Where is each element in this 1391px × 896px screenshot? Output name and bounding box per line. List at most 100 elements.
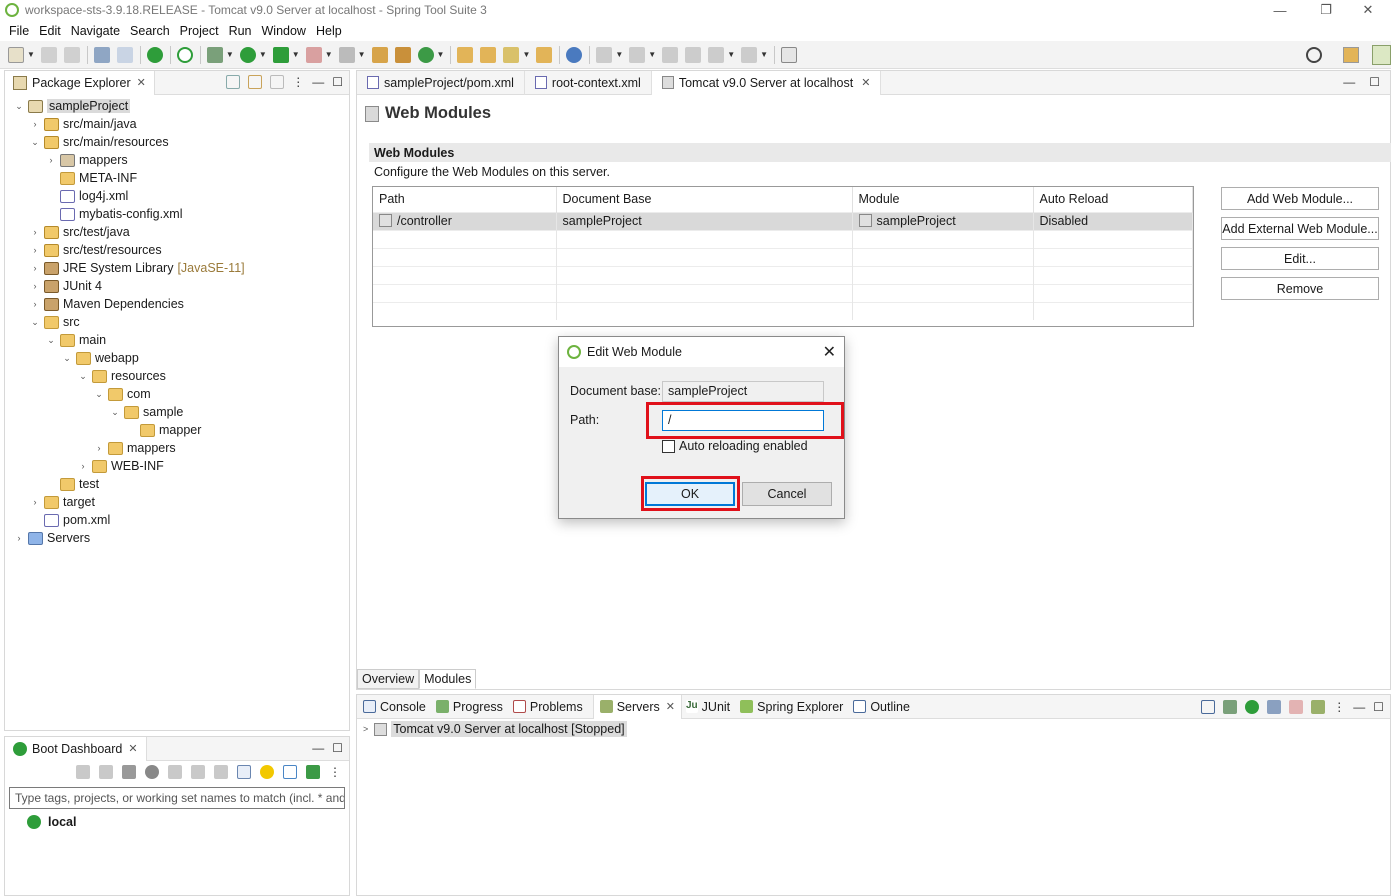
open-perspective-icon[interactable] bbox=[1343, 47, 1359, 63]
menu-help[interactable]: Help bbox=[311, 24, 347, 38]
tree-item[interactable]: ⌄ resources bbox=[5, 367, 349, 385]
minimize-icon[interactable]: — bbox=[312, 741, 324, 755]
tree-item[interactable]: › src/test/resources bbox=[5, 241, 349, 259]
chevron-down-icon[interactable]: ⌄ bbox=[29, 137, 41, 148]
collapse-all-icon[interactable] bbox=[1201, 700, 1216, 714]
chevron-right-icon[interactable]: › bbox=[29, 119, 41, 129]
maximize-icon[interactable]: ☐ bbox=[332, 75, 343, 89]
tree-item[interactable]: › src/test/java bbox=[5, 223, 349, 241]
tree-item[interactable]: ⌄ src/main/resources bbox=[5, 133, 349, 151]
chevron-right-icon[interactable]: › bbox=[29, 299, 41, 309]
open-type-icon[interactable] bbox=[457, 46, 474, 63]
forward-dropdown-icon[interactable]: ▼ bbox=[760, 50, 768, 59]
tree-item[interactable]: › WEB-INF bbox=[5, 457, 349, 475]
restore-button[interactable]: ❐ bbox=[1303, 0, 1349, 20]
collapse-all-icon[interactable] bbox=[226, 75, 241, 89]
debug-icon[interactable] bbox=[99, 765, 113, 779]
stop-icon[interactable] bbox=[305, 46, 322, 63]
new-java-project-icon[interactable] bbox=[371, 46, 388, 63]
chevron-right-icon[interactable]: › bbox=[29, 263, 41, 273]
table-row[interactable]: /controller sampleProject sampleProject … bbox=[373, 211, 1193, 230]
tree-item[interactable]: pom.xml bbox=[5, 511, 349, 529]
stop-icon[interactable] bbox=[122, 765, 136, 779]
prev-annotation-icon[interactable] bbox=[629, 46, 646, 63]
tree-item[interactable]: › src/main/java bbox=[5, 115, 349, 133]
tree-item[interactable]: test bbox=[5, 475, 349, 493]
chevron-down-icon[interactable]: ⌄ bbox=[61, 353, 73, 364]
new-class-icon[interactable] bbox=[417, 46, 434, 63]
chevron-right-icon[interactable]: › bbox=[29, 245, 41, 255]
back-dropdown-icon[interactable]: ▼ bbox=[727, 50, 735, 59]
close-icon[interactable]: ✕ bbox=[128, 742, 137, 755]
tab-outline[interactable]: Outline bbox=[853, 695, 916, 719]
maximize-icon[interactable]: ☐ bbox=[332, 741, 343, 755]
tree-item[interactable]: ⌄ main bbox=[5, 331, 349, 349]
open-web-icon[interactable] bbox=[145, 765, 159, 779]
search-dropdown-icon[interactable]: ▼ bbox=[522, 50, 530, 59]
table-icon[interactable] bbox=[237, 765, 251, 779]
menu-file[interactable]: File bbox=[4, 24, 34, 38]
add-external-web-module-button[interactable]: Add External Web Module... bbox=[1221, 217, 1379, 240]
chevron-down-icon[interactable]: ⌄ bbox=[45, 335, 57, 346]
tab-modules[interactable]: Modules bbox=[419, 668, 477, 689]
menu-project[interactable]: Project bbox=[175, 24, 224, 38]
tree-item[interactable]: › mappers bbox=[5, 439, 349, 457]
tree-item[interactable]: › JUnit 4 bbox=[5, 277, 349, 295]
tree-item[interactable]: › Servers bbox=[5, 529, 349, 547]
tree-item[interactable]: mybatis-config.xml bbox=[5, 205, 349, 223]
profile-server-icon[interactable] bbox=[1267, 700, 1282, 714]
open-resource-icon[interactable] bbox=[536, 46, 553, 63]
open-perspective-external-icon[interactable] bbox=[781, 46, 798, 63]
web-modules-table[interactable]: Path Document Base Module Auto Reload /c… bbox=[372, 186, 1194, 327]
tab-problems[interactable]: Problems bbox=[512, 695, 589, 719]
tree-item[interactable]: ⌄ com bbox=[5, 385, 349, 403]
boot-start-icon[interactable] bbox=[146, 46, 163, 63]
column-header-auto-reload[interactable]: Auto Reload bbox=[1033, 187, 1193, 212]
view-menu-icon[interactable]: ⋮ bbox=[292, 75, 304, 89]
tab-boot-dashboard[interactable]: Boot Dashboard ✕ bbox=[5, 736, 147, 761]
menu-search[interactable]: Search bbox=[125, 24, 175, 38]
pin-icon[interactable] bbox=[685, 46, 702, 63]
tree-item[interactable]: META-INF bbox=[5, 169, 349, 187]
debug-server-icon[interactable] bbox=[1223, 700, 1238, 714]
remove-button[interactable]: Remove bbox=[1221, 277, 1379, 300]
menu-run[interactable]: Run bbox=[224, 24, 257, 38]
new-dropdown-icon[interactable]: ▼ bbox=[27, 50, 35, 59]
chevron-down-icon[interactable]: ⌄ bbox=[109, 407, 121, 418]
tree-item[interactable]: ⌄ sampleProject bbox=[5, 97, 349, 115]
auto-reload-checkbox[interactable]: Auto reloading enabled bbox=[662, 439, 808, 453]
new-icon[interactable] bbox=[8, 46, 24, 63]
link-icon[interactable] bbox=[191, 765, 205, 779]
tab-servers[interactable]: Servers ✕ bbox=[592, 694, 682, 719]
tab-progress[interactable]: Progress bbox=[435, 695, 509, 719]
close-icon[interactable]: ✕ bbox=[861, 76, 870, 89]
maximize-icon[interactable]: ☐ bbox=[1369, 75, 1380, 89]
start-icon[interactable] bbox=[76, 765, 90, 779]
tree-item[interactable]: › Maven Dependencies bbox=[5, 295, 349, 313]
minimize-icon[interactable]: — bbox=[1353, 700, 1365, 714]
close-icon[interactable]: ✕ bbox=[666, 700, 675, 713]
add-icon[interactable] bbox=[306, 765, 320, 779]
tree-item[interactable]: mapper bbox=[5, 421, 349, 439]
run-icon[interactable] bbox=[239, 46, 256, 63]
search-icon[interactable] bbox=[1306, 47, 1322, 63]
minimize-icon[interactable]: — bbox=[312, 75, 324, 89]
tree-item[interactable]: ⌄ sample bbox=[5, 403, 349, 421]
minimize-icon[interactable]: — bbox=[1343, 75, 1355, 89]
debug-dropdown-icon[interactable]: ▼ bbox=[226, 50, 234, 59]
tree-item[interactable]: › target bbox=[5, 493, 349, 511]
column-header-module[interactable]: Module bbox=[852, 187, 1034, 212]
save-icon[interactable] bbox=[40, 46, 57, 63]
minimize-button[interactable]: — bbox=[1257, 0, 1303, 20]
tab-root-context[interactable]: root-context.xml bbox=[525, 70, 652, 95]
view-menu-icon[interactable]: ⋮ bbox=[1333, 700, 1345, 714]
chevron-down-icon[interactable]: ⌄ bbox=[13, 101, 25, 112]
checkbox-icon[interactable] bbox=[662, 439, 675, 453]
view-menu-icon[interactable]: ⋮ bbox=[329, 765, 341, 779]
boot-filter-input[interactable]: Type tags, projects, or working set name… bbox=[9, 787, 345, 809]
column-header-path[interactable]: Path bbox=[373, 187, 557, 212]
chevron-down-icon[interactable]: ⌄ bbox=[29, 317, 41, 328]
close-icon[interactable]: ✕ bbox=[137, 76, 146, 89]
stop-server-icon[interactable] bbox=[1289, 700, 1304, 714]
close-window-button[interactable]: ✕ bbox=[1345, 0, 1391, 20]
